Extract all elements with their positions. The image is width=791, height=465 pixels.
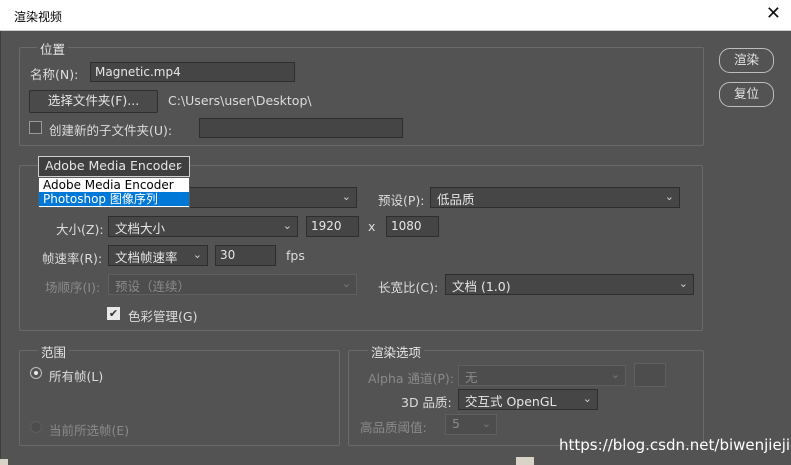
encoder-select[interactable]: Adobe Media Encoder ⌄	[38, 156, 190, 177]
location-legend: 位置	[37, 39, 69, 58]
name-label: 名称(N):	[30, 67, 79, 82]
field-order-value: 预设（连续）	[115, 279, 191, 294]
size-select[interactable]: 文档大小 ⌄	[108, 216, 298, 237]
background-decoration	[516, 457, 534, 465]
alpha-select: 无 ⌄	[458, 365, 626, 386]
threshold-value: 5	[452, 416, 460, 431]
color-management-checkbox[interactable]: ✔	[107, 307, 120, 320]
times-sign: x	[368, 219, 376, 234]
encoder-dropdown: Adobe Media Encoder Photoshop 图像序列	[38, 177, 190, 208]
current-selected-label: 当前所选帧(E)	[49, 423, 130, 438]
aspect-value: 文档 (1.0)	[452, 279, 511, 294]
framerate-select[interactable]: 文档帧速率 ⌄	[108, 245, 208, 266]
create-subfolder-label: 创建新的子文件夹(U):	[49, 123, 173, 138]
height-input[interactable]: 1080	[386, 216, 439, 237]
chevron-down-icon: ⌄	[610, 368, 620, 381]
alpha-label: Alpha 通道(P):	[368, 371, 455, 386]
chevron-down-icon: ⌄	[282, 219, 292, 232]
preset-label: 预设(P):	[378, 193, 425, 208]
all-frames-radio[interactable]	[30, 367, 42, 379]
size-value: 文档大小	[115, 221, 166, 236]
close-icon[interactable]: ✕	[766, 3, 781, 24]
window-title: 渲染视频	[14, 10, 63, 24]
quality-select[interactable]: 交互式 OpenGL ⌄	[458, 389, 598, 410]
chevron-down-icon: ⌄	[664, 190, 674, 203]
chevron-down-icon: ⌄	[582, 392, 592, 405]
quality-label: 3D 品质:	[401, 395, 452, 410]
field-order-select: 预设（连续） ⌄	[108, 274, 357, 295]
render-button[interactable]: 渲染	[719, 48, 774, 73]
chevron-down-icon: ⌄	[341, 277, 351, 290]
threshold-label: 高品质阈值:	[360, 420, 427, 435]
threshold-select: 5 ⌄	[445, 414, 497, 435]
aspect-select[interactable]: 文档 (1.0) ⌄	[445, 274, 694, 295]
subfolder-input[interactable]	[199, 118, 403, 138]
folder-path: C:\Users\user\Desktop\	[168, 93, 312, 108]
current-selected-radio	[30, 421, 42, 433]
name-input[interactable]: Magnetic.mp4	[90, 62, 295, 82]
chevron-down-icon: ⌄	[174, 159, 184, 172]
chevron-down-icon: ⌄	[341, 190, 351, 203]
choose-folder-button[interactable]: 选择文件夹(F)...	[29, 90, 158, 113]
field-order-label: 场顺序(I):	[45, 280, 101, 295]
fps-unit: fps	[286, 248, 305, 263]
render-options-legend: 渲染选项	[368, 342, 425, 361]
alpha-color-swatch	[634, 363, 666, 387]
chevron-down-icon: ⌄	[678, 277, 688, 290]
quality-value: 交互式 OpenGL	[465, 394, 557, 409]
encoder-option-ame[interactable]: Adobe Media Encoder	[39, 178, 189, 192]
preset-value: 低品质	[437, 192, 475, 207]
alpha-value: 无	[465, 370, 478, 385]
watermark-text: https://blog.csdn.net/biwenjiejie	[559, 436, 791, 454]
chevron-down-icon: ⌄	[481, 417, 491, 430]
background-decoration	[0, 459, 8, 465]
framerate-value: 文档帧速率	[115, 250, 178, 265]
encoder-option-photoshop[interactable]: Photoshop 图像序列	[39, 192, 189, 206]
fps-input[interactable]: 30	[215, 245, 276, 266]
size-label: 大小(Z):	[56, 222, 104, 237]
color-management-label: 色彩管理(G)	[128, 309, 198, 324]
aspect-label: 长宽比(C):	[378, 280, 439, 295]
framerate-label: 帧速率(R):	[42, 251, 103, 266]
reset-button[interactable]: 复位	[719, 82, 774, 107]
width-input[interactable]: 1920	[306, 216, 359, 237]
encoder-value: Adobe Media Encoder	[45, 158, 182, 173]
all-frames-label: 所有帧(L)	[49, 369, 104, 384]
range-legend: 范围	[38, 342, 70, 361]
title-bar: 渲染视频 ✕	[0, 0, 791, 31]
chevron-down-icon: ⌄	[192, 248, 202, 261]
preset-select[interactable]: 低品质 ⌄	[430, 187, 680, 208]
create-subfolder-checkbox[interactable]	[29, 121, 42, 134]
